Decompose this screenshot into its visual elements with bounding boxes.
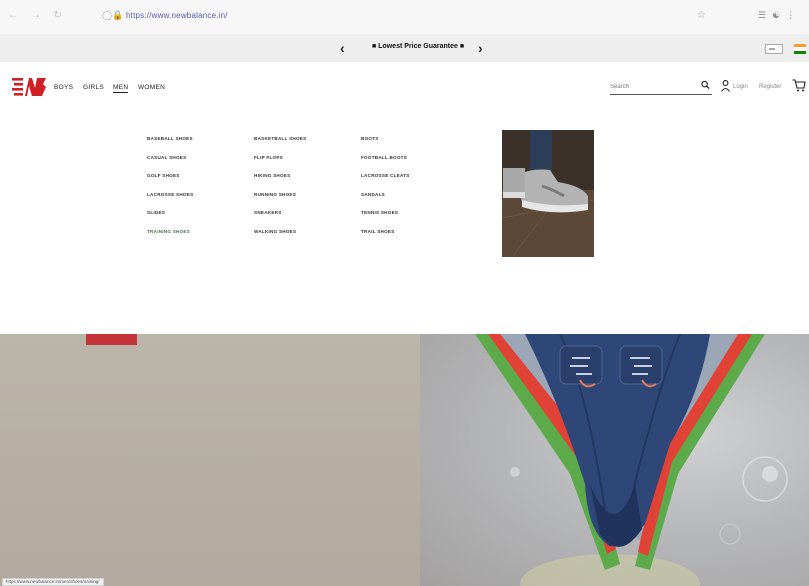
menu-item[interactable]: LACROSSE CLEATS — [361, 173, 461, 192]
menu-item[interactable]: WALKING SHOES — [254, 229, 354, 248]
star-icon[interactable]: ☆ — [697, 10, 706, 21]
browser-nav-buttons[interactable]: ← → ↻ — [8, 10, 67, 21]
men-mega-menu: BASEBALL SHOES CASUAL SHOES GOLF SHOES L… — [0, 114, 809, 334]
site-header: BOYS GIRLS MEN WOMEN Login Register — [0, 62, 809, 114]
menu-item[interactable]: SNEAKERS — [254, 210, 354, 229]
lock-icon: 🔒 — [112, 10, 124, 20]
promo-banner: ‹ ■ Lowest Price Guarantee ■ › — [0, 34, 809, 62]
menu-promo-image[interactable] — [502, 130, 594, 257]
nav-link-girls[interactable]: GIRLS — [83, 84, 104, 91]
menu-item[interactable]: FOOTBALL BOOTS — [361, 155, 461, 174]
hero-badge — [86, 334, 137, 345]
menu-item[interactable]: BASEBALL SHOES — [147, 136, 247, 155]
menu-item[interactable]: GOLF SHOES — [147, 173, 247, 192]
flag-icon[interactable] — [794, 44, 806, 54]
logo-icon — [12, 78, 46, 96]
menu-column-3: BOOTS FOOTBALL BOOTS LACROSSE CLEATS SAN… — [361, 136, 461, 248]
promo-text: ■ Lowest Price Guarantee ■ — [372, 43, 465, 50]
nav-link-boys[interactable]: BOYS — [54, 84, 73, 91]
menu-item[interactable]: TENNIS SHOES — [361, 210, 461, 229]
cart-icon[interactable] — [792, 79, 806, 92]
menu-item-highlighted[interactable]: TRAINING SHOES — [147, 229, 247, 248]
new-balance-logo[interactable] — [12, 76, 46, 103]
status-bar-link: https://www.newbalance.in/men/shoes/trai… — [2, 578, 104, 586]
menu-item[interactable]: HIKING SHOES — [254, 173, 354, 192]
menu-item[interactable]: SLIDES — [147, 210, 247, 229]
hero-banner[interactable] — [0, 334, 809, 586]
nav-link-women[interactable]: WOMEN — [138, 84, 165, 91]
address-bar[interactable]: ◯ 🔒 https://www.newbalance.in/ — [100, 7, 500, 27]
url-text: https://www.newbalance.in/ — [126, 11, 228, 20]
shield-icon: ◯ — [102, 10, 113, 20]
browser-toolbar: ← → ↻ ◯ 🔒 https://www.newbalance.in/ ☆ ☰… — [0, 0, 809, 34]
nav-link-men[interactable]: MEN — [113, 84, 129, 93]
menu-item[interactable]: CASUAL SHOES — [147, 155, 247, 174]
menu-item[interactable]: BASKETBALL SHOES — [254, 136, 354, 155]
sneaker-photo — [502, 130, 594, 257]
browser-window: ← → ↻ ◯ 🔒 https://www.newbalance.in/ ☆ ☰… — [0, 0, 809, 586]
hero-sneakers-image — [475, 334, 788, 586]
menu-item[interactable]: SANDALS — [361, 192, 461, 211]
menu-item[interactable]: RUNNING SHOES — [254, 192, 354, 211]
search-input[interactable] — [610, 81, 696, 93]
chevron-right-icon[interactable]: › — [478, 40, 483, 56]
user-icon[interactable] — [721, 80, 730, 92]
region-selector[interactable] — [765, 44, 783, 54]
register-link[interactable]: Register — [759, 84, 781, 90]
menu-item[interactable]: BOOTS — [361, 136, 461, 155]
search-icon[interactable] — [701, 80, 710, 90]
menu-item[interactable]: TRAIL SHOES — [361, 229, 461, 248]
browser-menu-icons[interactable]: ☰☯⋮ — [758, 10, 801, 21]
menu-column-2: BASKETBALL SHOES FLIP FLOPS HIKING SHOES… — [254, 136, 354, 248]
menu-item[interactable]: FLIP FLOPS — [254, 155, 354, 174]
search-box — [610, 79, 712, 95]
hero-background — [0, 334, 440, 586]
chevron-left-icon[interactable]: ‹ — [340, 40, 345, 56]
menu-column-1: BASEBALL SHOES CASUAL SHOES GOLF SHOES L… — [147, 136, 247, 248]
menu-item[interactable]: LACROSSE SHOES — [147, 192, 247, 211]
login-link[interactable]: Login — [733, 84, 748, 90]
